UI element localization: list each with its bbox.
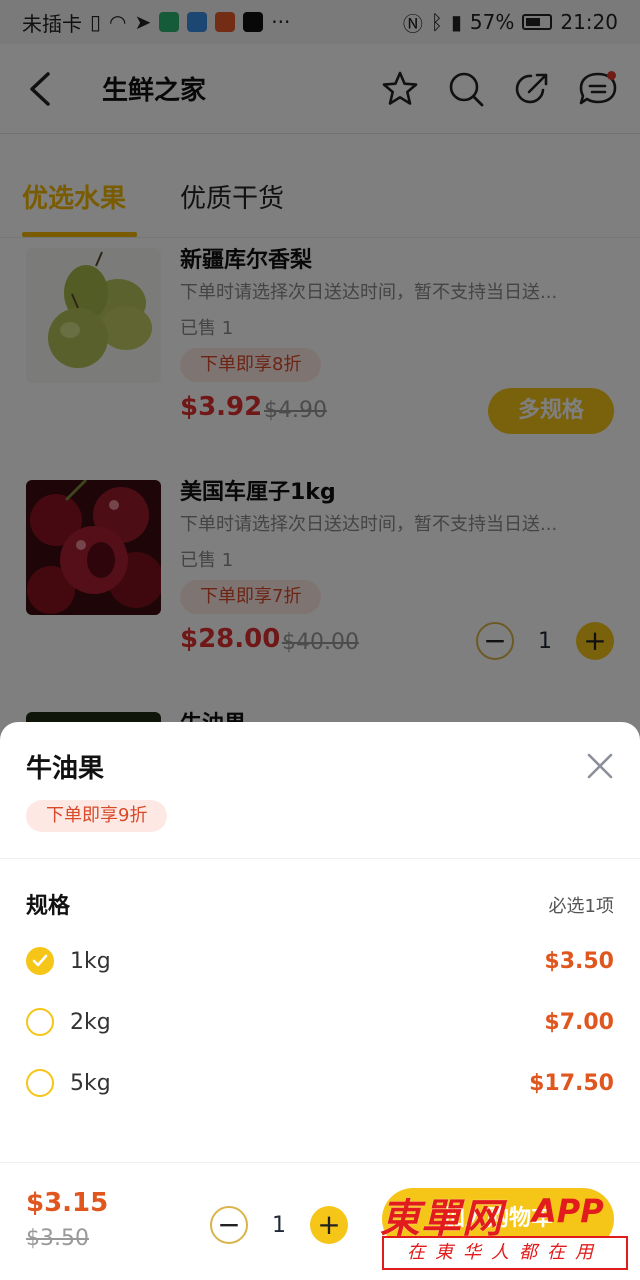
watermark-slogan: 在東华人都在用 [382, 1236, 628, 1270]
quantity-stepper: − 1 + [210, 1206, 348, 1244]
check-icon [32, 954, 48, 967]
spec-label: 规格 [26, 894, 71, 919]
option-price: $3.50 [544, 948, 614, 974]
total-orig-price: $3.50 [26, 1226, 89, 1251]
divider [0, 1162, 640, 1163]
quantity-value: 1 [272, 1212, 286, 1238]
discount-badge: 下单即享9折 [26, 800, 168, 832]
option-price: $17.50 [529, 1070, 614, 1096]
watermark-app: APP [532, 1192, 604, 1230]
option-name: 2kg [70, 1009, 111, 1035]
sheet-title: 牛油果 [26, 754, 105, 784]
increase-button[interactable]: + [310, 1206, 348, 1244]
option-name: 5kg [70, 1070, 111, 1096]
spec-option[interactable]: 1kg $3.50 [0, 936, 640, 986]
plus-icon: + [317, 1208, 341, 1241]
decrease-button[interactable]: − [210, 1206, 248, 1244]
close-button[interactable] [582, 748, 618, 784]
option-price: $7.00 [544, 1009, 614, 1035]
spec-option[interactable]: 5kg $17.50 [0, 1058, 640, 1108]
spec-option[interactable]: 2kg $7.00 [0, 997, 640, 1047]
divider [0, 858, 640, 859]
close-icon [587, 753, 613, 779]
page: 未插卡 ▯ ◠ ➤ ··· Ⓝ ᛒ ▮ 57% 21:20 生鲜之家 [0, 0, 640, 1280]
radio-unchecked-icon[interactable] [26, 1069, 54, 1097]
total-price: $3.15 [26, 1188, 109, 1218]
spec-required-hint: 必选1项 [548, 896, 614, 917]
radio-checked-icon[interactable] [26, 947, 54, 975]
watermark: 東單网 APP 在東华人都在用 [380, 1186, 632, 1276]
radio-unchecked-icon[interactable] [26, 1008, 54, 1036]
minus-icon: − [217, 1208, 241, 1241]
option-name: 1kg [70, 948, 111, 974]
